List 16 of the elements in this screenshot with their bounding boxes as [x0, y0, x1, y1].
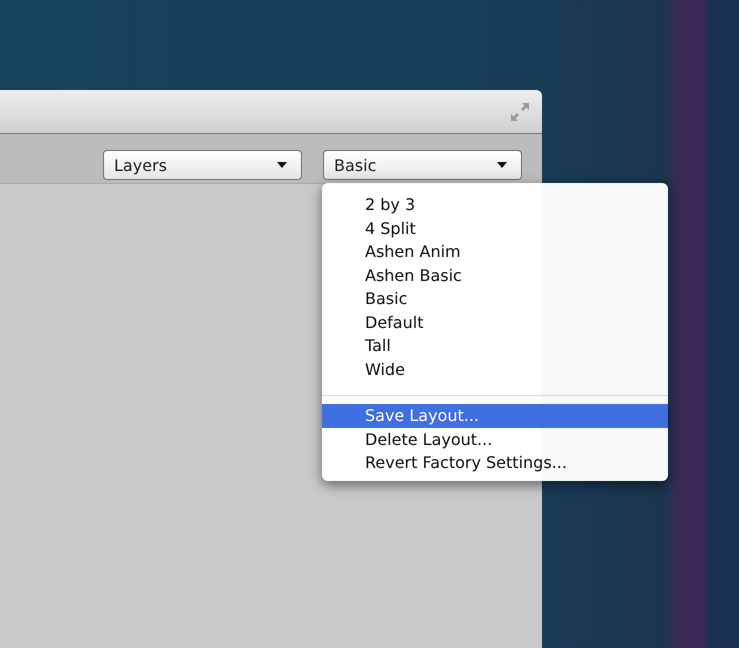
caret-icon — [497, 162, 507, 168]
menu-item[interactable]: Default — [322, 310, 668, 334]
menu-item[interactable]: 2 by 3 — [322, 193, 668, 216]
menu-item[interactable]: Ashen Anim — [322, 240, 668, 264]
resize-icon[interactable] — [510, 102, 530, 122]
menu-item[interactable]: Delete Layout... — [322, 428, 668, 451]
caret-icon — [277, 162, 287, 168]
layout-dropdown[interactable]: Layers — [103, 150, 302, 180]
menu-item[interactable]: Wide — [322, 358, 668, 381]
menu-item[interactable]: Save Layout... — [322, 404, 668, 428]
menu-item[interactable]: 4 Split — [322, 216, 668, 240]
menu-item[interactable]: Basic — [322, 287, 668, 310]
menu-item[interactable]: Tall — [322, 334, 668, 358]
menu-item[interactable]: Revert Factory Settings... — [322, 451, 668, 474]
layout-dropdown[interactable]: Basic — [323, 150, 522, 180]
menu-item[interactable]: Ashen Basic — [322, 264, 668, 287]
